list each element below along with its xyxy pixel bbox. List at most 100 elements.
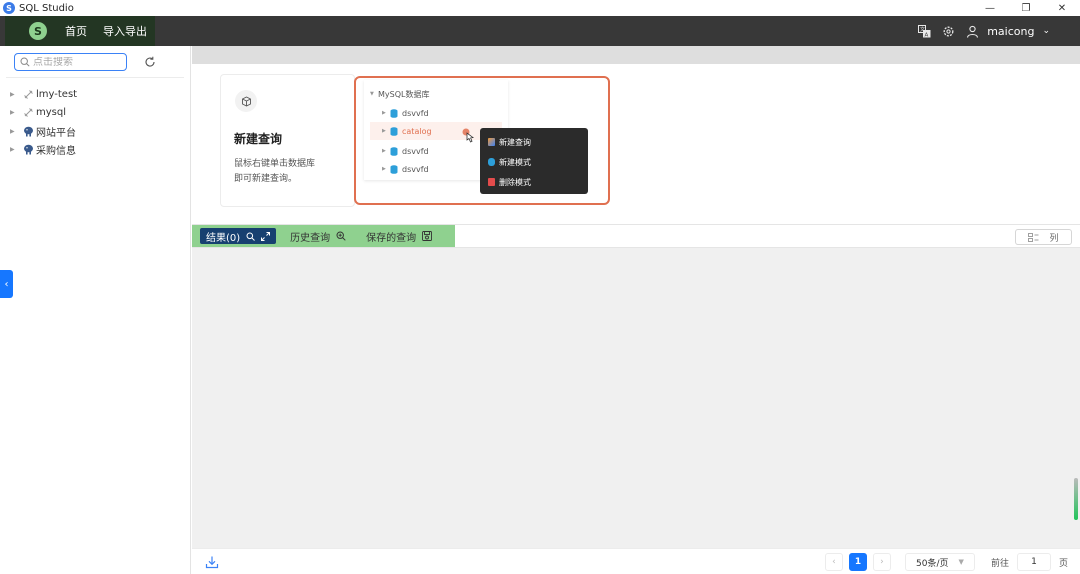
database-icon <box>390 164 398 174</box>
close-button[interactable]: ✕ <box>1044 0 1080 16</box>
link-icon <box>22 88 34 100</box>
results-area <box>192 248 1080 548</box>
nav-import-export[interactable]: 导入导出 <box>103 23 147 39</box>
new-query-card[interactable]: 新建查询 鼠标右键单击数据库 即可新建查询。 <box>220 74 355 207</box>
page-unit-label: 页 <box>1058 558 1068 569</box>
expand-arrow-icon: ▶ <box>382 128 386 134</box>
tab-history[interactable]: 历史查询 <box>284 228 352 244</box>
expand-arrow-icon[interactable]: ▶ <box>10 91 18 98</box>
trash-icon <box>488 178 495 186</box>
results-footer: ‹ 1 › 50条/页 ▼ 前往 1 页 <box>192 548 1080 574</box>
zoom-in-icon <box>336 231 346 241</box>
ctx-item-label: 新建模式 <box>499 157 531 167</box>
tree-item-label: 采购信息 <box>36 146 76 158</box>
search-box[interactable] <box>14 53 127 71</box>
columns-icon <box>1028 232 1039 242</box>
search-input[interactable] <box>33 56 121 68</box>
username[interactable]: maicong <box>987 25 1034 38</box>
minimize-button[interactable]: — <box>972 0 1008 16</box>
preview-tree-item-label: dsvvfd <box>402 108 429 118</box>
tree-item-label: 网站平台 <box>36 127 76 139</box>
elephant-icon <box>22 144 34 156</box>
nav-home[interactable]: 首页 <box>65 23 87 39</box>
window-title-bar: S SQL Studio — ❐ ✕ <box>0 0 1080 16</box>
app-header: S 首页 导入导出 文A maicong ⌄ <box>0 16 1080 46</box>
sidebar-collapse-button[interactable]: ‹ <box>0 270 13 298</box>
scrollbar-thumb[interactable] <box>1074 478 1078 520</box>
connection-tree: ▶ lmy-test ▶ mysql ▶ 网站平台 ▶ 采购信息 <box>10 85 77 159</box>
columns-button-label: 列 <box>1049 233 1059 244</box>
ctx-delete-schema: 删除模式 <box>480 172 588 192</box>
expand-arrow-icon: ▶ <box>382 148 386 154</box>
preview-tree-item-label: dsvvfd <box>402 146 429 156</box>
window-controls: — ❐ ✕ <box>972 0 1080 16</box>
gear-icon[interactable] <box>941 24 955 38</box>
link-icon <box>22 107 34 119</box>
preview-tree-root-label: MySQL数据库 <box>378 89 430 99</box>
prev-page-button[interactable]: ‹ <box>824 553 843 571</box>
columns-button[interactable]: 列 <box>1015 229 1072 245</box>
chevron-down-icon: ▼ <box>958 558 964 566</box>
database-icon <box>390 108 398 118</box>
chevron-down-icon[interactable]: ⌄ <box>1042 26 1050 36</box>
next-page-button[interactable]: › <box>872 553 891 571</box>
tab-saved-queries[interactable]: 保存的查询 <box>360 228 438 244</box>
tab-results[interactable]: 结果(0) <box>200 228 277 244</box>
expand-arrow-icon: ▶ <box>382 110 386 116</box>
download-icon[interactable] <box>205 555 219 569</box>
expand-arrow-icon[interactable]: ▶ <box>10 109 18 116</box>
tree-item-label: mysql <box>36 107 66 119</box>
new-query-icon <box>488 138 495 146</box>
ctx-new-query: 新建查询 <box>480 132 588 152</box>
goto-label: 前往 <box>990 558 1009 569</box>
save-icon <box>422 231 433 241</box>
page-size-value: 50条/页 <box>916 558 949 569</box>
search-icon[interactable] <box>246 232 256 241</box>
page-button-current[interactable]: 1 <box>848 553 867 571</box>
expand-icon[interactable] <box>261 231 271 241</box>
goto-page-input[interactable]: 1 <box>1016 553 1051 571</box>
header-actions: 文A maicong ⌄ <box>907 16 1050 46</box>
tab-label: 结果(0) <box>206 232 241 244</box>
expand-arrow-icon[interactable]: ▶ <box>10 146 18 153</box>
ctx-item-label: 删除模式 <box>499 177 531 187</box>
cube-icon <box>235 90 257 112</box>
svg-text:A: A <box>924 32 928 38</box>
refresh-icon[interactable] <box>143 55 157 69</box>
expand-arrow-icon: ▼ <box>370 91 374 97</box>
tab-label: 历史查询 <box>290 232 331 244</box>
expand-arrow-icon[interactable]: ▶ <box>10 128 18 135</box>
editor-tab-strip <box>192 46 1080 64</box>
user-icon[interactable] <box>965 24 979 38</box>
main-nav: S 首页 导入导出 <box>5 16 155 46</box>
preview-tree-item-label: catalog <box>402 126 432 136</box>
result-tabs: 结果(0) 历史查询 保存的查询 <box>192 225 455 247</box>
page-size-select[interactable]: 50条/页 ▼ <box>904 553 975 571</box>
tab-label: 保存的查询 <box>366 232 417 244</box>
card-description: 鼠标右键单击数据库 <box>234 159 316 169</box>
preview-tree-root: ▼ MySQL数据库 <box>370 85 429 103</box>
tutorial-preview: ▼ MySQL数据库 ▶ dsvvfd ▶ catalog ▶ dsvvfd ▶… <box>354 76 610 205</box>
tree-item-lmy-test[interactable]: ▶ lmy-test <box>10 85 77 104</box>
brand-logo-icon[interactable]: S <box>29 22 47 40</box>
main-panel: 新建查询 鼠标右键单击数据库 即可新建查询。 ▼ MySQL数据库 ▶ dsvv… <box>192 46 1080 574</box>
preview-context-menu: 新建查询 新建模式 删除模式 <box>480 128 588 194</box>
preview-tree-item: ▶ dsvvfd <box>382 104 506 122</box>
pointer-cursor-icon <box>462 128 476 147</box>
pagination: ‹ 1 › 50条/页 ▼ 前往 1 页 <box>819 553 1080 571</box>
app-logo-icon: S <box>3 2 15 14</box>
database-icon <box>390 126 398 136</box>
translate-icon[interactable]: 文A <box>917 24 931 38</box>
tree-item-procurement-info[interactable]: ▶ 采购信息 <box>10 141 77 160</box>
tree-item-website-platform[interactable]: ▶ 网站平台 <box>10 122 77 141</box>
welcome-section: 新建查询 鼠标右键单击数据库 即可新建查询。 ▼ MySQL数据库 ▶ dsvv… <box>220 74 610 207</box>
search-icon <box>20 57 30 67</box>
window-title: SQL Studio <box>19 2 74 14</box>
expand-arrow-icon: ▶ <box>382 166 386 172</box>
elephant-icon <box>22 125 34 137</box>
tree-item-label: lmy-test <box>36 88 78 100</box>
tree-item-mysql[interactable]: ▶ mysql <box>10 104 77 123</box>
restore-button[interactable]: ❐ <box>1008 0 1044 16</box>
ctx-item-label: 新建查询 <box>499 137 531 147</box>
card-description: 即可新建查询。 <box>234 174 298 184</box>
